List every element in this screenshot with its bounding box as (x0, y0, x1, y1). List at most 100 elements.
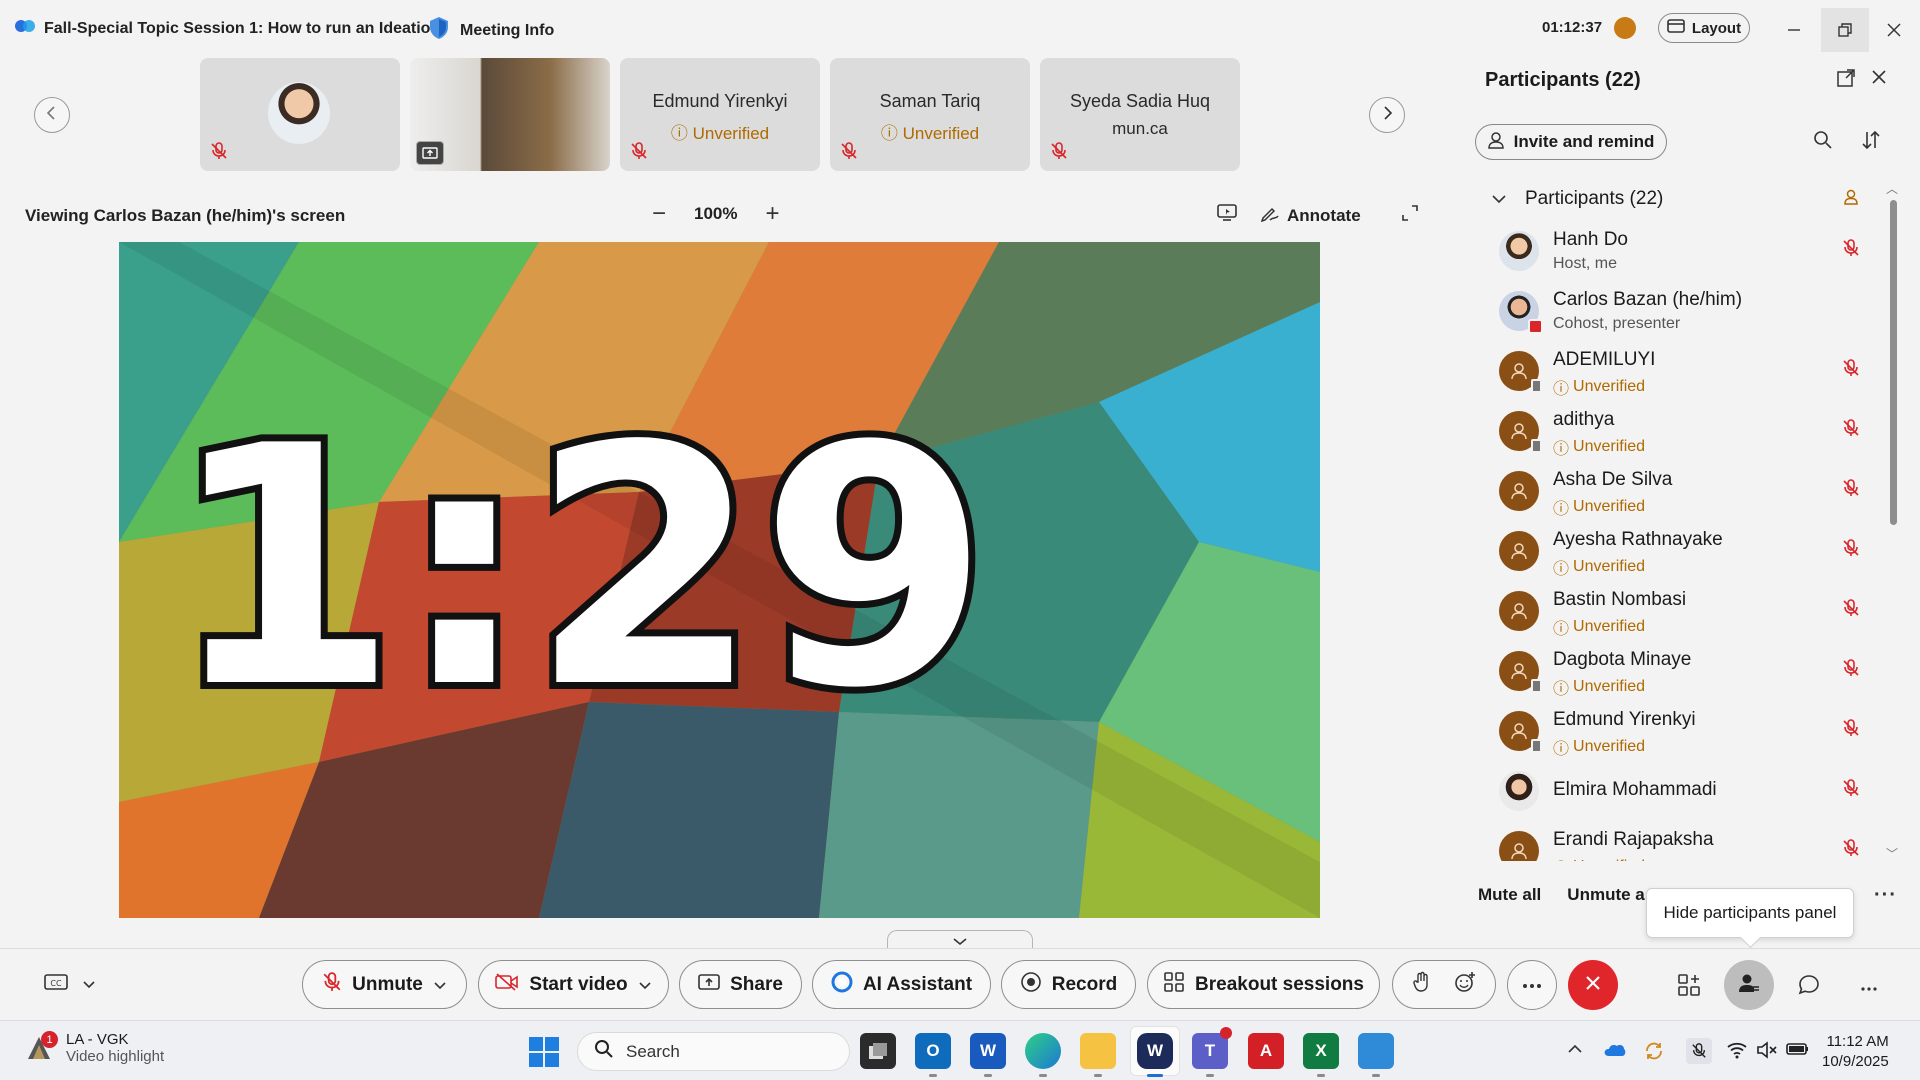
participant-row[interactable]: Carlos Bazan (he/him) Cohost, presenter (1461, 281, 1881, 341)
battery-icon[interactable] (1786, 1041, 1810, 1062)
start-button[interactable] (529, 1037, 559, 1067)
user-avatar[interactable] (1614, 17, 1636, 39)
captions-button[interactable]: CC (44, 973, 96, 996)
raise-hand-icon[interactable] (1412, 971, 1432, 999)
video-tile[interactable]: Edmund Yirenkyi ⓘ Unverified (620, 58, 820, 171)
participant-row[interactable]: Erandi Rajapaksha ⓘ Unverified (1461, 821, 1881, 861)
reactions-icon[interactable] (1454, 971, 1476, 999)
participant-row[interactable]: adithya ⓘ Unverified (1461, 401, 1881, 461)
excel-icon[interactable]: X (1303, 1033, 1339, 1077)
app-title-text: Fall-Special Topic Session 1: How to run… (44, 19, 441, 37)
unmute-all-button[interactable]: Unmute a (1567, 885, 1644, 905)
tile-status-text: Unverified (692, 124, 770, 143)
mute-all-button[interactable]: Mute all (1478, 885, 1541, 905)
strip-prev-button[interactable] (34, 97, 70, 133)
participant-row[interactable]: Dagbota Minaye ⓘ Unverified (1461, 641, 1881, 701)
widget-title: LA - VGK (66, 1031, 129, 1048)
mic-muted-icon[interactable] (1842, 239, 1860, 262)
task-view-icon[interactable] (860, 1033, 896, 1069)
unmute-button[interactable]: Unmute (302, 960, 467, 1009)
mic-muted-icon[interactable] (1842, 359, 1860, 382)
participants-panel-button[interactable] (1724, 960, 1774, 1010)
mic-muted-icon[interactable] (1842, 779, 1860, 802)
search-icon[interactable] (1813, 130, 1833, 155)
paint-icon[interactable] (1358, 1033, 1394, 1077)
video-tile[interactable]: Saman Tariq ⓘ Unverified (830, 58, 1030, 171)
acrobat-icon[interactable]: A (1248, 1033, 1284, 1069)
scroll-up-icon[interactable]: ︿ (1886, 180, 1898, 197)
start-video-button[interactable]: Start video (478, 960, 669, 1009)
strip-next-button[interactable] (1369, 97, 1405, 133)
participant-name: Hanh Do (1553, 229, 1628, 250)
video-off-icon (495, 972, 519, 997)
mic-muted-icon[interactable] (1842, 719, 1860, 742)
clock-time: 11:12 AM (1826, 1033, 1889, 1050)
fullscreen-icon[interactable] (1401, 204, 1419, 227)
popout-icon[interactable] (1837, 69, 1855, 92)
word-icon[interactable]: W (970, 1033, 1006, 1077)
edge-icon[interactable] (1025, 1033, 1061, 1077)
zoom-in-button[interactable]: + (766, 202, 780, 226)
participant-row[interactable]: Bastin Nombasi ⓘ Unverified (1461, 581, 1881, 641)
remote-control-icon[interactable] (1217, 204, 1237, 227)
mic-muted-icon[interactable] (1842, 599, 1860, 622)
mic-muted-icon[interactable] (1842, 419, 1860, 442)
chat-icon[interactable] (1797, 973, 1821, 1002)
outlook-icon[interactable]: O (915, 1033, 951, 1077)
participant-row[interactable]: ADEMILUYI ⓘ Unverified (1461, 341, 1881, 401)
participants-group-header[interactable]: Participants (22) (1491, 188, 1663, 210)
participant-row[interactable]: Asha De Silva ⓘ Unverified (1461, 461, 1881, 521)
ai-assistant-button[interactable]: AI Assistant (812, 960, 991, 1009)
file-explorer-icon[interactable] (1080, 1033, 1116, 1077)
participant-row[interactable]: Ayesha Rathnayake ⓘ Unverified (1461, 521, 1881, 581)
annotate-button[interactable]: Annotate (1260, 204, 1361, 227)
mic-muted-icon[interactable] (1842, 479, 1860, 502)
minimize-button[interactable] (1770, 8, 1818, 52)
zoom-out-button[interactable]: − (652, 202, 666, 226)
system-clock[interactable]: 11:12 AM 10/9/2025 (1822, 1032, 1889, 1072)
more-options-button[interactable] (1507, 960, 1557, 1010)
more-dots-icon[interactable] (1860, 979, 1878, 997)
meeting-info-button[interactable]: Meeting Info (428, 16, 554, 45)
wifi-icon[interactable] (1726, 1041, 1748, 1064)
mic-muted-icon[interactable] (1842, 659, 1860, 682)
unverified-icon: ⓘ (1553, 855, 1569, 861)
close-window-button[interactable] (1870, 8, 1918, 52)
sort-icon[interactable] (1861, 130, 1881, 155)
apps-icon[interactable] (1677, 973, 1701, 1002)
participant-row[interactable]: Hanh Do Host, me (1461, 221, 1881, 281)
participant-name: Dagbota Minaye (1553, 649, 1692, 670)
record-button[interactable]: Record (1001, 960, 1136, 1009)
video-tile[interactable] (200, 58, 400, 171)
scroll-down-icon[interactable]: ﹀ (1886, 845, 1898, 862)
restore-button[interactable] (1821, 8, 1869, 52)
mic-muted-icon (210, 142, 228, 165)
participant-row[interactable]: Edmund Yirenkyi ⓘ Unverified (1461, 701, 1881, 761)
end-meeting-button[interactable] (1568, 960, 1618, 1010)
teams-icon[interactable]: T (1192, 1027, 1232, 1077)
mic-muted-icon[interactable] (1842, 839, 1860, 861)
more-options-icon[interactable]: ··· (1874, 884, 1897, 907)
participant-name: Elmira Mohammadi (1553, 779, 1717, 800)
unverified-icon: ⓘ (670, 124, 688, 143)
mic-muted-icon[interactable] (1842, 539, 1860, 562)
sync-icon[interactable] (1643, 1041, 1665, 1066)
presenter-video-tile[interactable] (410, 58, 610, 171)
news-widget[interactable]: 1 LA - VGK Video highlight (24, 1031, 164, 1065)
chevron-down-icon (1491, 188, 1507, 210)
share-button[interactable]: Share (679, 960, 802, 1009)
participant-row[interactable]: Elmira Mohammadi (1461, 761, 1881, 821)
video-tile[interactable]: Syeda Sadia Huq mun.ca (1040, 58, 1240, 171)
close-icon[interactable] (1871, 69, 1887, 90)
taskbar-search[interactable]: Search (577, 1032, 850, 1071)
chevron-up-icon[interactable] (1567, 1041, 1583, 1059)
layout-button[interactable]: Layout (1658, 13, 1750, 43)
participant-role: Cohost, presenter (1553, 315, 1681, 332)
scrollbar-thumb[interactable] (1890, 200, 1897, 525)
volume-muted-icon[interactable] (1756, 1041, 1778, 1064)
webex-icon[interactable]: W (1137, 1033, 1173, 1077)
breakout-sessions-button[interactable]: Breakout sessions (1147, 960, 1380, 1009)
invite-remind-button[interactable]: Invite and remind (1475, 124, 1667, 160)
onedrive-icon[interactable] (1603, 1041, 1627, 1062)
mic-muted-tray-icon[interactable] (1686, 1038, 1712, 1064)
